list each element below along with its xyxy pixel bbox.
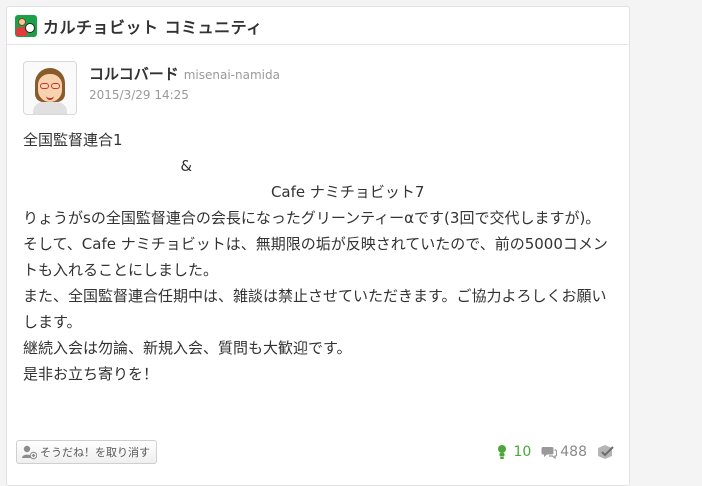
reply-count[interactable]: 488: [541, 444, 587, 460]
empathy-count[interactable]: 10: [494, 444, 531, 460]
community-icon[interactable]: [15, 14, 37, 37]
post-header: コルコバード misenai-namida 2015/3/29 14:25: [23, 61, 613, 115]
community-title[interactable]: カルチョビット コミュニティ: [43, 14, 263, 38]
post-timestamp[interactable]: 2015/3/29 14:25: [89, 88, 280, 102]
read-check-icon: [597, 444, 614, 460]
post-body-line: りょうがsの全国監督連合の会長になったグリーンティーαです(3回で交代しますが)…: [23, 209, 601, 227]
post-footer: そうだね！を取り消す 10 488: [16, 438, 616, 466]
author-id: misenai-namida: [183, 68, 280, 82]
author-name[interactable]: コルコバード: [89, 63, 179, 84]
avatar[interactable]: [23, 61, 77, 115]
reply-bubble-icon: [541, 444, 558, 460]
post-counts: 10 488: [484, 444, 616, 460]
community-header: カルチョビット コミュニティ: [7, 7, 629, 45]
author-block: コルコバード misenai-namida 2015/3/29 14:25: [89, 63, 280, 102]
post-card: カルチョビット コミュニティ コルコバード misenai-namida 201…: [6, 6, 630, 486]
post-body-line: 是非お立ち寄りを！: [23, 365, 159, 383]
post-body: 全国監督連合1 & Cafe ナミチョビット7 りょうがsの全国監督連合の会長に…: [23, 127, 613, 387]
post-body-line: Cafe ナミチョビット7: [23, 183, 425, 201]
post: コルコバード misenai-namida 2015/3/29 14:25 全国…: [7, 45, 629, 387]
post-body-line: 全国監督連合1: [23, 131, 123, 149]
read-check[interactable]: [597, 444, 616, 460]
empathy-cancel-label: そうだね！を取り消す: [40, 446, 150, 459]
post-body-line: &: [23, 157, 193, 175]
add-empathy-icon: [21, 444, 38, 460]
reply-count-value: 488: [560, 444, 587, 460]
empathy-cancel-button[interactable]: そうだね！を取り消す: [16, 440, 157, 464]
post-body-line: また、全国監督連合任期中は、雑談は禁止させていただきます。ご協力よろしくお願いし…: [23, 287, 607, 331]
post-body-line: そして、Cafe ナミチョビットは、無期限の垢が反映されていたので、前の5000…: [23, 235, 608, 279]
empathy-count-value: 10: [513, 444, 532, 460]
post-body-line: 継続入会は勿論、新規入会、質問も大歓迎です。: [23, 339, 352, 357]
empathy-icon: [494, 444, 510, 460]
